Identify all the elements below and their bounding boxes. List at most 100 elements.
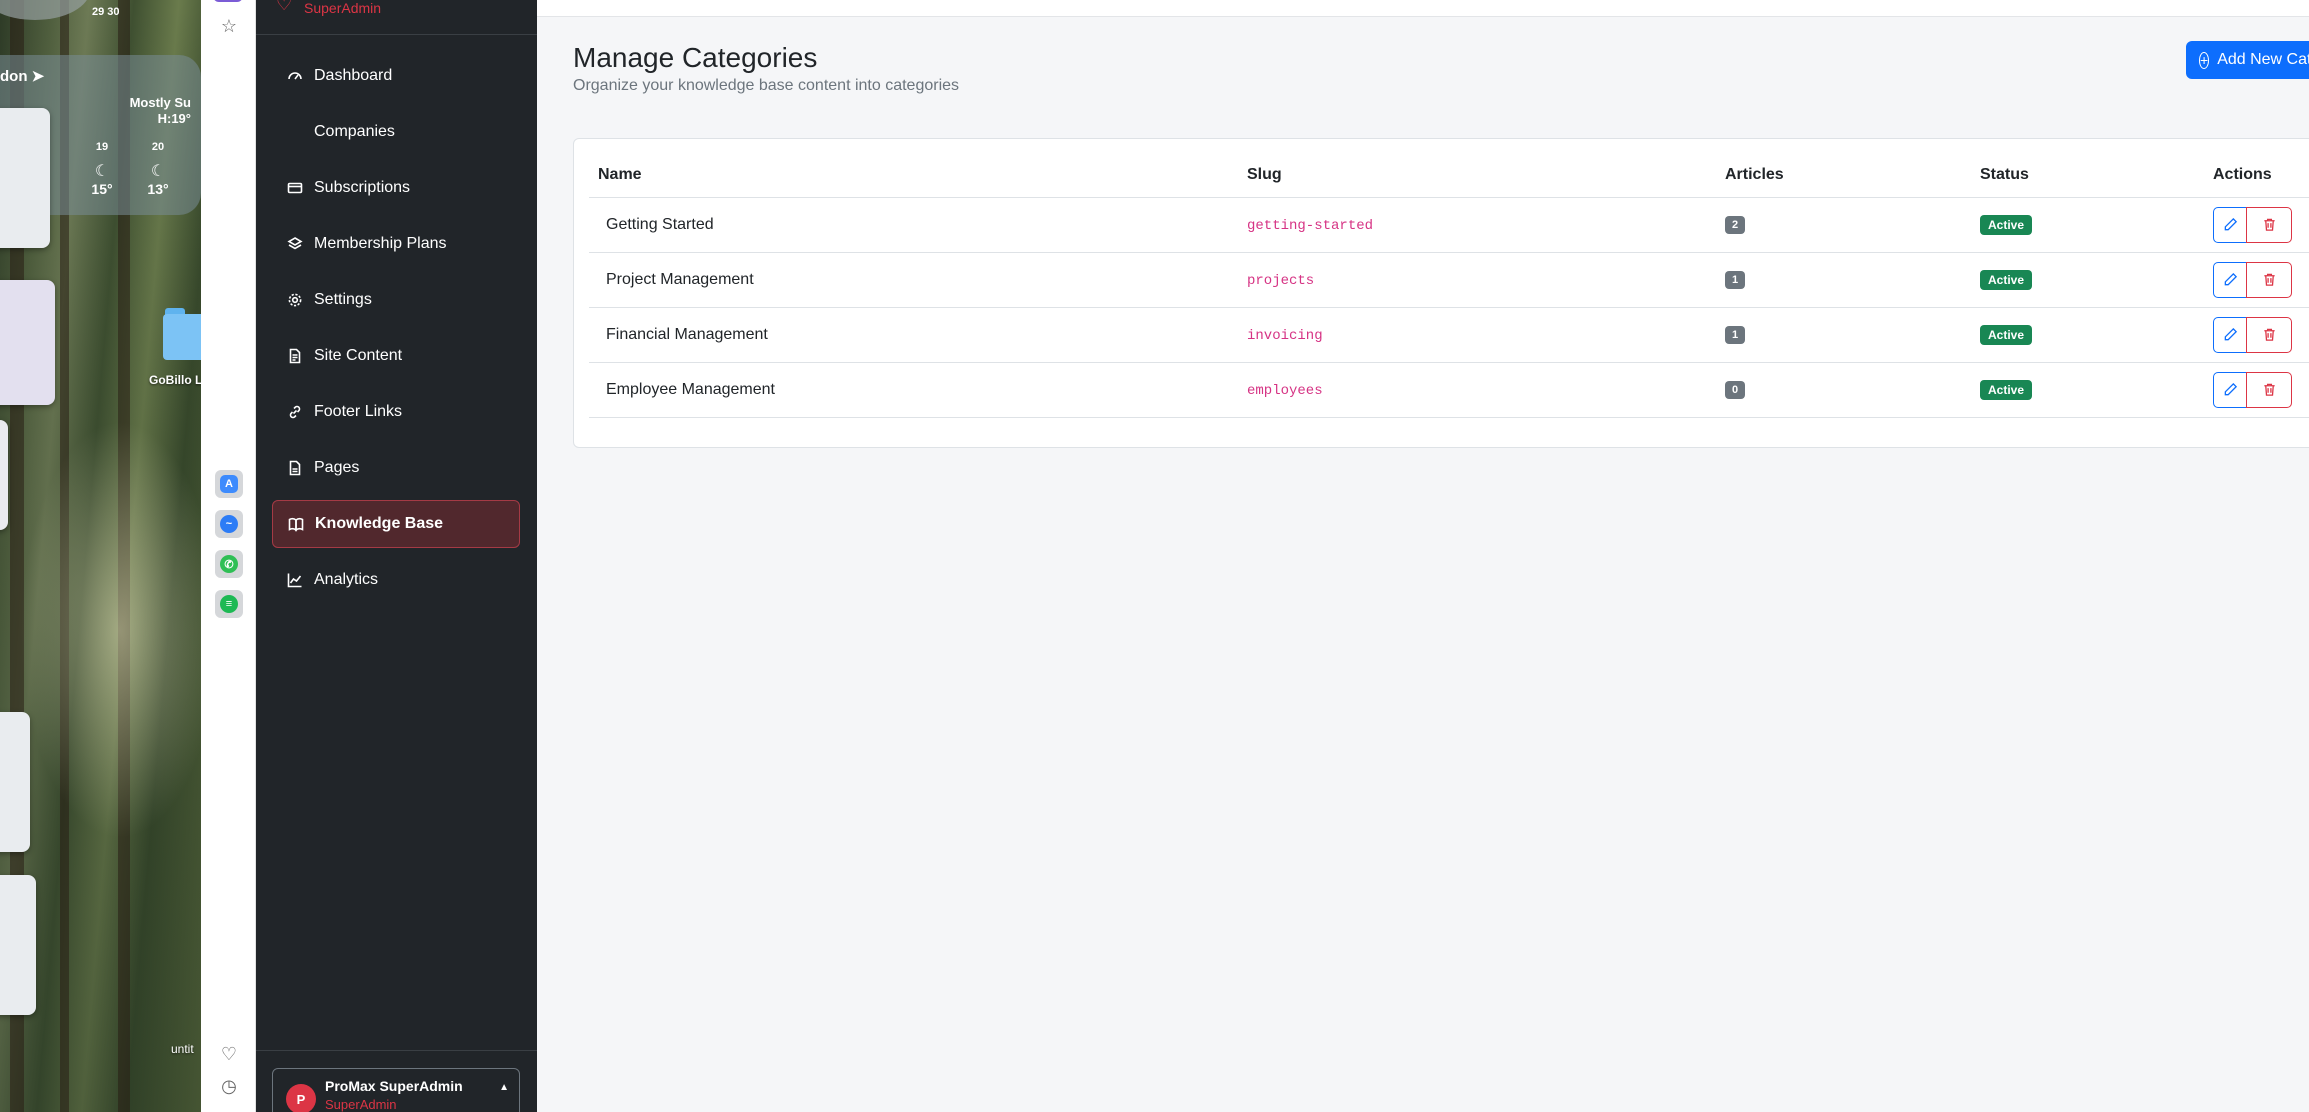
status-badge: Active bbox=[1980, 324, 2033, 345]
sidebar-item-footer-links[interactable]: Footer Links bbox=[272, 388, 520, 436]
add-category-button[interactable]: + Add New Category bbox=[2186, 41, 2309, 79]
article-count-badge: 2 bbox=[1725, 216, 1745, 234]
caret-up-icon[interactable]: ▲ bbox=[499, 1082, 509, 1093]
sidebar-item-companies[interactable]: Companies bbox=[272, 108, 520, 156]
window-thumbnail[interactable] bbox=[0, 875, 36, 1015]
category-name: Financial Management bbox=[589, 307, 1238, 363]
status-badge: Active bbox=[1980, 214, 2033, 235]
sidebar-item-analytics[interactable]: Analytics bbox=[272, 556, 520, 604]
edit-button[interactable] bbox=[2213, 206, 2247, 243]
table-row: Project Management projects 1 Active bbox=[589, 252, 2309, 308]
sidebar-item-dashboard[interactable]: Dashboard bbox=[272, 52, 520, 100]
table-row: Employee Management employees 0 Active bbox=[589, 362, 2309, 418]
moon-icon: ☾ bbox=[150, 163, 166, 180]
pencil-icon bbox=[2224, 382, 2237, 396]
browser-side-panel: ☆ A ~ ✆ ≡ ♡ ◷ bbox=[201, 0, 256, 1112]
delete-button[interactable] bbox=[2246, 261, 2292, 298]
top-bar bbox=[537, 0, 2309, 17]
window-thumbnail[interactable] bbox=[0, 108, 50, 248]
column-header-slug[interactable]: Slug bbox=[1238, 154, 1716, 198]
weather-condition: Mostly Su H:19° bbox=[129, 95, 191, 126]
delete-button[interactable] bbox=[2246, 371, 2292, 408]
category-slug: projects bbox=[1247, 272, 1315, 289]
sidebar-item-label: Membership Plans bbox=[314, 235, 447, 252]
messenger-icon[interactable]: ~ bbox=[215, 510, 243, 538]
article-count-badge: 0 bbox=[1725, 381, 1745, 399]
delete-button[interactable] bbox=[2246, 206, 2292, 243]
folder-label[interactable]: GoBillo L bbox=[149, 373, 201, 387]
category-name: Employee Management bbox=[589, 362, 1238, 418]
avatar: P bbox=[286, 1084, 316, 1112]
sidebar-item-knowledge-base[interactable]: Knowledge Base bbox=[272, 500, 520, 548]
sidebar-item-site-content[interactable]: Site Content bbox=[272, 332, 520, 380]
weather-city: don ➤ bbox=[0, 68, 45, 85]
article-count-badge: 1 bbox=[1725, 271, 1745, 289]
brand-role: SuperAdmin bbox=[304, 0, 382, 16]
table-header-row: Name Slug Articles Status Actions bbox=[589, 154, 2309, 198]
pencil-icon bbox=[2224, 327, 2237, 341]
categories-card: Name Slug Articles Status Actions Gettin… bbox=[573, 138, 2309, 448]
gear-icon bbox=[286, 291, 304, 309]
weather-hour: 20 bbox=[151, 141, 165, 153]
window-thumbnail[interactable] bbox=[0, 712, 30, 852]
weather-temp: 13° bbox=[147, 181, 169, 197]
brand: ♡ SuperAdmin bbox=[256, 0, 537, 35]
speedometer-icon bbox=[286, 67, 304, 85]
delete-button[interactable] bbox=[2246, 316, 2292, 353]
desktop-background: 29 30 don ➤ Mostly Su H:19° 19 20 ☾ ☾ 15… bbox=[0, 0, 201, 1112]
sidebar-item-label: Settings bbox=[314, 291, 372, 308]
categories-table: Name Slug Articles Status Actions Gettin… bbox=[589, 154, 2309, 418]
trash-icon bbox=[2263, 218, 2275, 231]
whatsapp-icon[interactable]: ✆ bbox=[215, 550, 243, 578]
clock-widget bbox=[0, 0, 90, 20]
page-subtitle: Organize your knowledge base content int… bbox=[573, 77, 960, 94]
trash-icon bbox=[2263, 273, 2275, 286]
app-store-icon[interactable]: A bbox=[215, 470, 243, 498]
layers-icon bbox=[286, 235, 304, 253]
sidebar-item-label: Pages bbox=[314, 459, 360, 476]
article-count-badge: 1 bbox=[1725, 326, 1745, 344]
desktop-file-label[interactable]: untit bbox=[171, 1042, 194, 1056]
sidebar-item-label: Dashboard bbox=[314, 67, 393, 84]
category-name: Getting Started bbox=[589, 197, 1238, 253]
user-menu[interactable]: P ProMax SuperAdmin SuperAdmin ▲ bbox=[272, 1068, 520, 1112]
column-header-status[interactable]: Status bbox=[1971, 154, 2204, 198]
table-row: Financial Management invoicing 1 Active bbox=[589, 307, 2309, 363]
window-thumbnail[interactable] bbox=[0, 420, 8, 530]
admin-sidebar: ♡ SuperAdmin Dashboard Companies Subscri… bbox=[256, 0, 537, 1112]
add-category-label: Add New Category bbox=[2217, 51, 2309, 68]
file-text-icon bbox=[286, 347, 304, 365]
sidebar-item-subscriptions[interactable]: Subscriptions bbox=[272, 164, 520, 212]
heart-icon[interactable]: ♡ bbox=[214, 1039, 244, 1069]
status-badge: Active bbox=[1980, 379, 2033, 400]
book-icon bbox=[287, 515, 305, 533]
edit-button[interactable] bbox=[2213, 261, 2247, 298]
sidebar-item-pages[interactable]: Pages bbox=[272, 444, 520, 492]
sidebar-item-label: Site Content bbox=[314, 347, 403, 364]
column-header-articles[interactable]: Articles bbox=[1716, 154, 1971, 198]
sidebar-item-settings[interactable]: Settings bbox=[272, 276, 520, 324]
side-panel-tab[interactable] bbox=[213, 0, 243, 2]
category-slug: employees bbox=[1247, 382, 1323, 399]
history-icon[interactable]: ◷ bbox=[214, 1071, 244, 1101]
folder-icon[interactable] bbox=[163, 308, 201, 360]
link-icon bbox=[286, 403, 304, 421]
status-badge: Active bbox=[1980, 269, 2033, 290]
column-header-actions: Actions bbox=[2204, 154, 2309, 198]
page-title: Manage Categories bbox=[573, 42, 818, 73]
window-thumbnail[interactable] bbox=[0, 280, 55, 405]
main-content: Manage Categories Organize your knowledg… bbox=[537, 0, 2309, 1112]
category-slug: getting-started bbox=[1247, 217, 1374, 234]
building-icon bbox=[286, 123, 304, 141]
star-icon[interactable]: ☆ bbox=[214, 11, 244, 41]
pencil-icon bbox=[2224, 272, 2237, 286]
sidebar-item-label: Analytics bbox=[314, 571, 379, 588]
sidebar-divider bbox=[256, 1050, 537, 1051]
spotify-icon[interactable]: ≡ bbox=[215, 590, 243, 618]
sidebar-item-membership-plans[interactable]: Membership Plans bbox=[272, 220, 520, 268]
edit-button[interactable] bbox=[2213, 371, 2247, 408]
edit-button[interactable] bbox=[2213, 316, 2247, 353]
sidebar-item-label: Footer Links bbox=[314, 403, 403, 420]
column-header-name[interactable]: Name bbox=[589, 154, 1238, 198]
sidebar-item-label: Companies bbox=[314, 123, 395, 140]
